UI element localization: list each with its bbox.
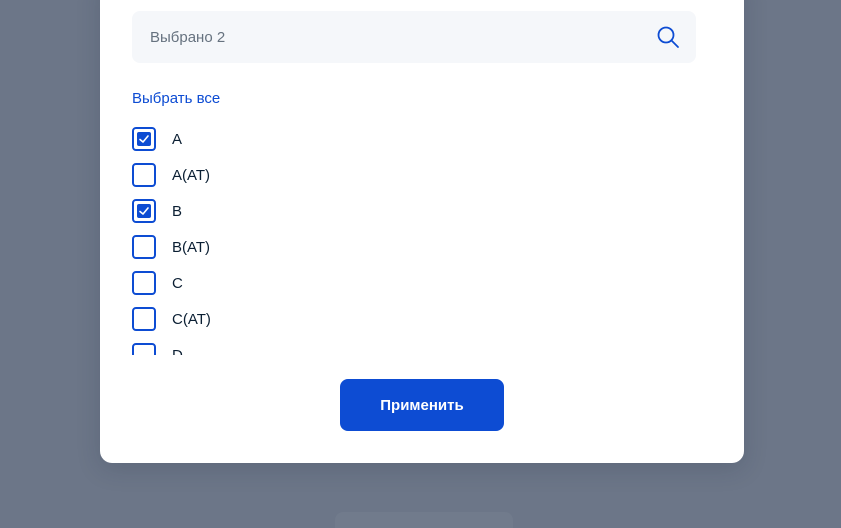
checkbox[interactable] [132, 235, 156, 259]
check-icon [137, 204, 151, 218]
list-item[interactable]: B(AT) [132, 235, 210, 259]
checkbox[interactable] [132, 307, 156, 331]
checkbox[interactable] [132, 343, 156, 355]
list-item[interactable]: B [132, 199, 182, 223]
item-label: A(AT) [172, 166, 211, 184]
checkbox[interactable] [132, 271, 156, 295]
search-box [132, 11, 696, 63]
checkbox[interactable] [132, 163, 156, 187]
filter-modal: Выбрать все A A(AT) B B(AT) C C(AT) D [100, 0, 744, 463]
list-item[interactable]: D [132, 343, 183, 355]
check-icon [137, 132, 151, 146]
item-label: A [172, 130, 183, 148]
item-label: B [172, 202, 183, 220]
select-all-link[interactable]: Выбрать все [132, 90, 220, 107]
apply-button[interactable]: Применить [340, 379, 504, 431]
list-item[interactable]: A(AT) [132, 163, 210, 187]
checkbox[interactable] [132, 199, 156, 223]
checkbox[interactable] [132, 127, 156, 151]
search-input[interactable] [132, 11, 632, 63]
item-label: D [172, 346, 183, 356]
item-label: C [172, 274, 183, 292]
item-label: C(AT) [172, 310, 211, 328]
list-item[interactable]: C [132, 271, 183, 295]
options-list: A A(AT) B B(AT) C C(AT) D [132, 125, 712, 355]
search-icon[interactable] [656, 25, 680, 49]
item-label: B(AT) [172, 238, 211, 256]
list-item[interactable]: A [132, 127, 182, 151]
list-item[interactable]: C(AT) [132, 307, 211, 331]
background-button-ghost [335, 512, 513, 528]
